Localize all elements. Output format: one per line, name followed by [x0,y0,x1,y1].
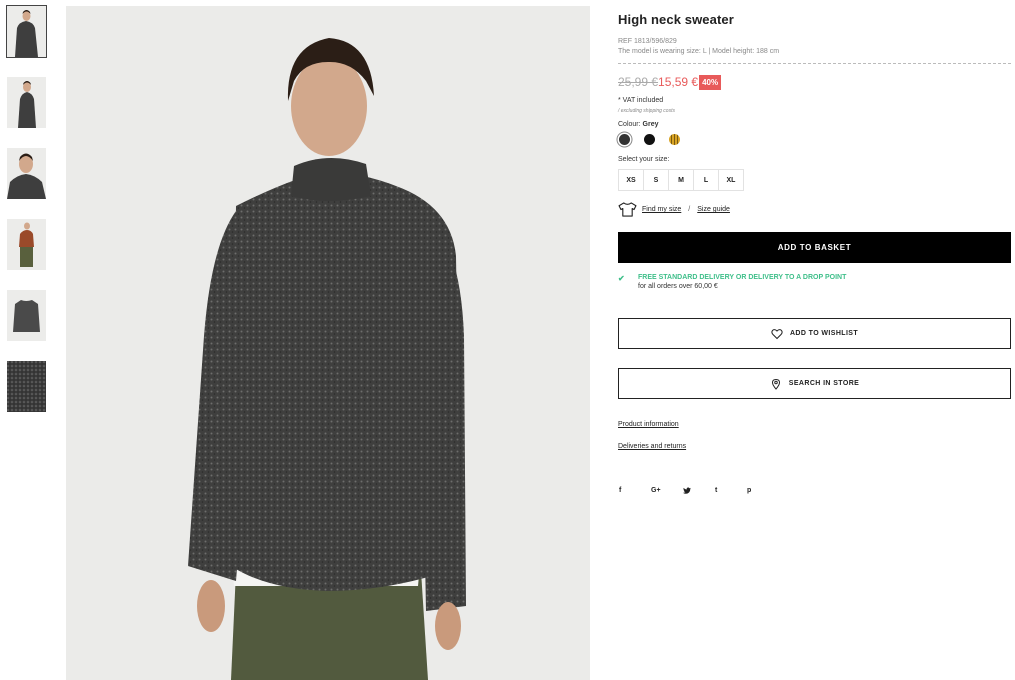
colour-value: Grey [642,121,659,128]
facebook-icon[interactable]: f [619,487,651,496]
size-m[interactable]: M [668,169,694,191]
product-information-link[interactable]: Product information [618,421,1011,428]
main-product-image [66,6,590,680]
swatch-grey[interactable] [619,134,630,145]
size-s[interactable]: S [643,169,669,191]
product-title: High neck sweater [618,12,734,27]
deliveries-returns-link[interactable]: Deliveries and returns [618,443,1011,450]
shipping-note: / excluding shipping costs [618,108,675,114]
pinterest-icon[interactable]: p [747,487,779,496]
divider [618,63,1011,64]
price-row: 25,99 € 15,59 € 40% [618,74,1011,90]
search-in-store-button[interactable]: SEARCH IN STORE [618,368,1011,399]
thumb-closeup[interactable] [7,148,46,199]
product-reference: REF 1813/596/829 [618,38,677,45]
delivery-subtitle: for all orders over 60,00 € [638,283,718,290]
discount-badge: 40% [699,74,722,90]
product-details-panel: High neck sweater REF 1813/596/829 The m… [618,12,1011,496]
thumb-flat-lay[interactable] [7,290,46,341]
thumb-side[interactable] [7,77,46,128]
twitter-icon[interactable] [683,487,715,496]
location-pin-icon [771,378,780,390]
old-price: 25,99 € [618,75,659,89]
google-plus-icon[interactable]: G+ [651,487,683,496]
wishlist-label: ADD TO WISHLIST [789,330,859,337]
size-xs[interactable]: XS [618,169,644,191]
model-info: The model is wearing size: L | Model hei… [618,48,780,55]
add-to-basket-button[interactable]: ADD TO BASKET [618,232,1011,263]
swatch-black[interactable] [644,134,655,145]
size-l[interactable]: L [693,169,719,191]
store-label: SEARCH IN STORE [788,380,860,387]
colour-swatches [618,134,1011,145]
thumb-fabric[interactable] [7,361,46,412]
separator: / [688,206,691,213]
find-my-size-link[interactable]: Find my size [642,206,681,213]
delivery-title: FREE STANDARD DELIVERY OR DELIVERY TO A … [638,274,847,281]
colour-label: Colour: Grey [618,121,659,128]
swatch-mustard[interactable] [669,134,680,145]
heart-icon [771,328,783,339]
delivery-info: ✔ FREE STANDARD DELIVERY OR DELIVERY TO … [618,274,1011,290]
social-share: f G+ t p [618,487,1011,496]
size-xl[interactable]: XL [718,169,744,191]
size-help-row: Find my size / Size guide [618,202,1011,217]
size-label: Select your size: [618,156,670,163]
thumbnail-list [6,5,47,432]
add-to-wishlist-button[interactable]: ADD TO WISHLIST [618,318,1011,349]
thumb-front[interactable] [6,5,47,58]
check-icon: ✔ [618,274,625,283]
thumb-full-body[interactable] [7,219,46,270]
tshirt-icon [618,202,637,217]
vat-note: * VAT included [618,97,664,104]
tumblr-icon[interactable]: t [715,487,747,496]
sale-price: 15,59 € [658,75,699,89]
size-guide-link[interactable]: Size guide [697,206,730,213]
size-selector: XS S M L XL [618,169,1011,191]
